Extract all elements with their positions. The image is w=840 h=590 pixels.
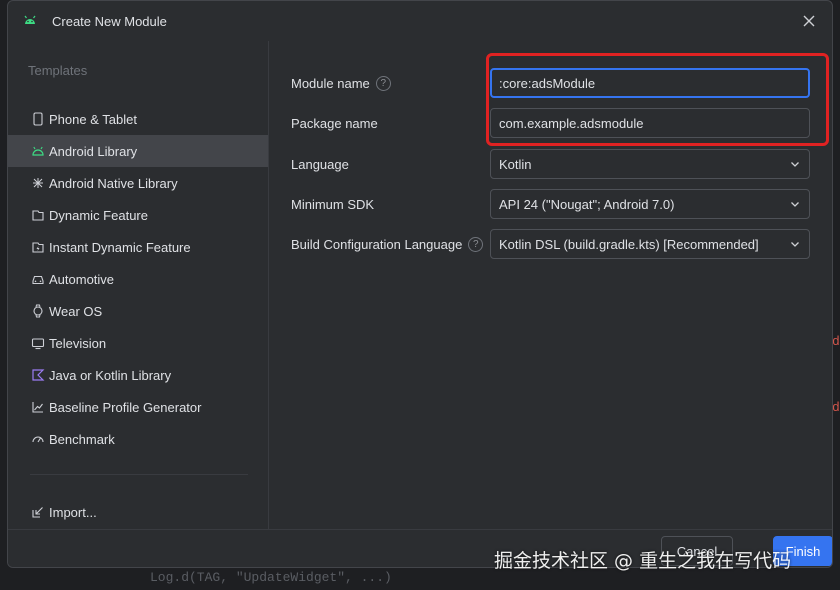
template-wear-os[interactable]: Wear OS bbox=[8, 295, 268, 327]
chevron-down-icon bbox=[791, 202, 799, 207]
android-studio-icon bbox=[22, 13, 38, 29]
template-label: Instant Dynamic Feature bbox=[49, 239, 191, 255]
chart-icon bbox=[30, 399, 46, 415]
android-icon bbox=[30, 143, 46, 159]
language-row: Language Kotlin bbox=[291, 149, 810, 179]
template-phone-tablet[interactable]: Phone & Tablet bbox=[8, 103, 268, 135]
template-list: Phone & Tablet Android Library Android N… bbox=[8, 103, 268, 455]
template-android-native-library[interactable]: Android Native Library bbox=[8, 167, 268, 199]
language-select[interactable]: Kotlin bbox=[490, 149, 810, 179]
watch-icon bbox=[30, 303, 46, 319]
tv-icon bbox=[30, 335, 46, 351]
template-java-kotlin-library[interactable]: Java or Kotlin Library bbox=[8, 359, 268, 391]
import-module-button[interactable]: Import... bbox=[8, 496, 268, 528]
kotlin-icon bbox=[30, 367, 46, 383]
min-sdk-select[interactable]: API 24 ("Nougat"; Android 7.0) bbox=[490, 189, 810, 219]
package-name-row: Package name bbox=[291, 108, 810, 138]
template-android-library[interactable]: Android Library bbox=[8, 135, 268, 167]
min-sdk-value: API 24 ("Nougat"; Android 7.0) bbox=[499, 196, 675, 212]
sidebar-divider bbox=[30, 474, 248, 475]
help-icon[interactable]: ? bbox=[468, 236, 484, 252]
template-label: Automotive bbox=[49, 271, 115, 287]
package-name-input[interactable] bbox=[490, 108, 810, 138]
close-icon bbox=[803, 15, 815, 27]
template-instant-dynamic-feature[interactable]: Instant Dynamic Feature bbox=[8, 231, 268, 263]
template-label: Android Library bbox=[49, 143, 138, 159]
module-form: Module name ? Package name Language Kotl… bbox=[270, 41, 832, 529]
native-library-icon bbox=[30, 175, 46, 191]
module-name-row: Module name ? bbox=[291, 68, 810, 98]
import-icon bbox=[30, 504, 46, 520]
chevron-down-icon bbox=[791, 162, 799, 167]
template-label: Wear OS bbox=[49, 303, 103, 319]
build-config-language-label: Build Configuration Language bbox=[291, 236, 463, 252]
dialog-title: Create New Module bbox=[52, 13, 167, 29]
template-label: Television bbox=[49, 335, 107, 351]
close-button[interactable] bbox=[798, 10, 820, 32]
template-automotive[interactable]: Automotive bbox=[8, 263, 268, 295]
template-dynamic-feature[interactable]: Dynamic Feature bbox=[8, 199, 268, 231]
template-label: Phone & Tablet bbox=[49, 111, 137, 127]
build-config-language-select[interactable]: Kotlin DSL (build.gradle.kts) [Recommend… bbox=[490, 229, 810, 259]
package-name-label: Package name bbox=[291, 115, 378, 131]
module-name-label: Module name bbox=[291, 75, 370, 91]
template-baseline-profile-generator[interactable]: Baseline Profile Generator bbox=[8, 391, 268, 423]
instant-feature-icon bbox=[30, 239, 46, 255]
templates-sidebar: Templates Phone & Tablet Android Library… bbox=[8, 41, 269, 529]
build-config-language-row: Build Configuration Language ? Kotlin DS… bbox=[291, 229, 810, 259]
dialog-titlebar: Create New Module bbox=[8, 1, 832, 41]
template-label: Android Native Library bbox=[49, 175, 178, 191]
min-sdk-label: Minimum SDK bbox=[291, 196, 375, 212]
build-config-language-value: Kotlin DSL (build.gradle.kts) [Recommend… bbox=[499, 236, 759, 252]
cancel-button[interactable]: Cancel bbox=[661, 536, 733, 566]
language-label: Language bbox=[291, 156, 349, 172]
gauge-icon bbox=[30, 431, 46, 447]
template-benchmark[interactable]: Benchmark bbox=[8, 423, 268, 455]
editor-code-fragment: d bbox=[832, 334, 840, 349]
template-label: Java or Kotlin Library bbox=[49, 367, 172, 383]
finish-button[interactable]: Finish bbox=[773, 536, 832, 566]
editor-code-line: Log.d(TAG, "UpdateWidget", ...) bbox=[0, 566, 840, 590]
template-television[interactable]: Television bbox=[8, 327, 268, 359]
editor-code-fragment: d bbox=[832, 400, 840, 415]
min-sdk-row: Minimum SDK API 24 ("Nougat"; Android 7.… bbox=[291, 189, 810, 219]
help-icon[interactable]: ? bbox=[375, 75, 391, 91]
dynamic-feature-icon bbox=[30, 207, 46, 223]
dialog-footer: Cancel Finish bbox=[8, 529, 832, 567]
create-module-dialog: Create New Module Templates Phone & Tabl… bbox=[7, 0, 833, 568]
phone-icon bbox=[30, 111, 46, 127]
templates-heading: Templates bbox=[28, 63, 88, 78]
template-label: Dynamic Feature bbox=[49, 207, 148, 223]
car-icon bbox=[30, 271, 46, 287]
import-label: Import... bbox=[49, 504, 97, 520]
chevron-down-icon bbox=[791, 242, 799, 247]
editor-background-right bbox=[832, 0, 840, 590]
module-name-input[interactable] bbox=[490, 68, 810, 98]
language-value: Kotlin bbox=[499, 156, 532, 172]
template-label: Baseline Profile Generator bbox=[49, 399, 202, 415]
template-label: Benchmark bbox=[49, 431, 115, 447]
